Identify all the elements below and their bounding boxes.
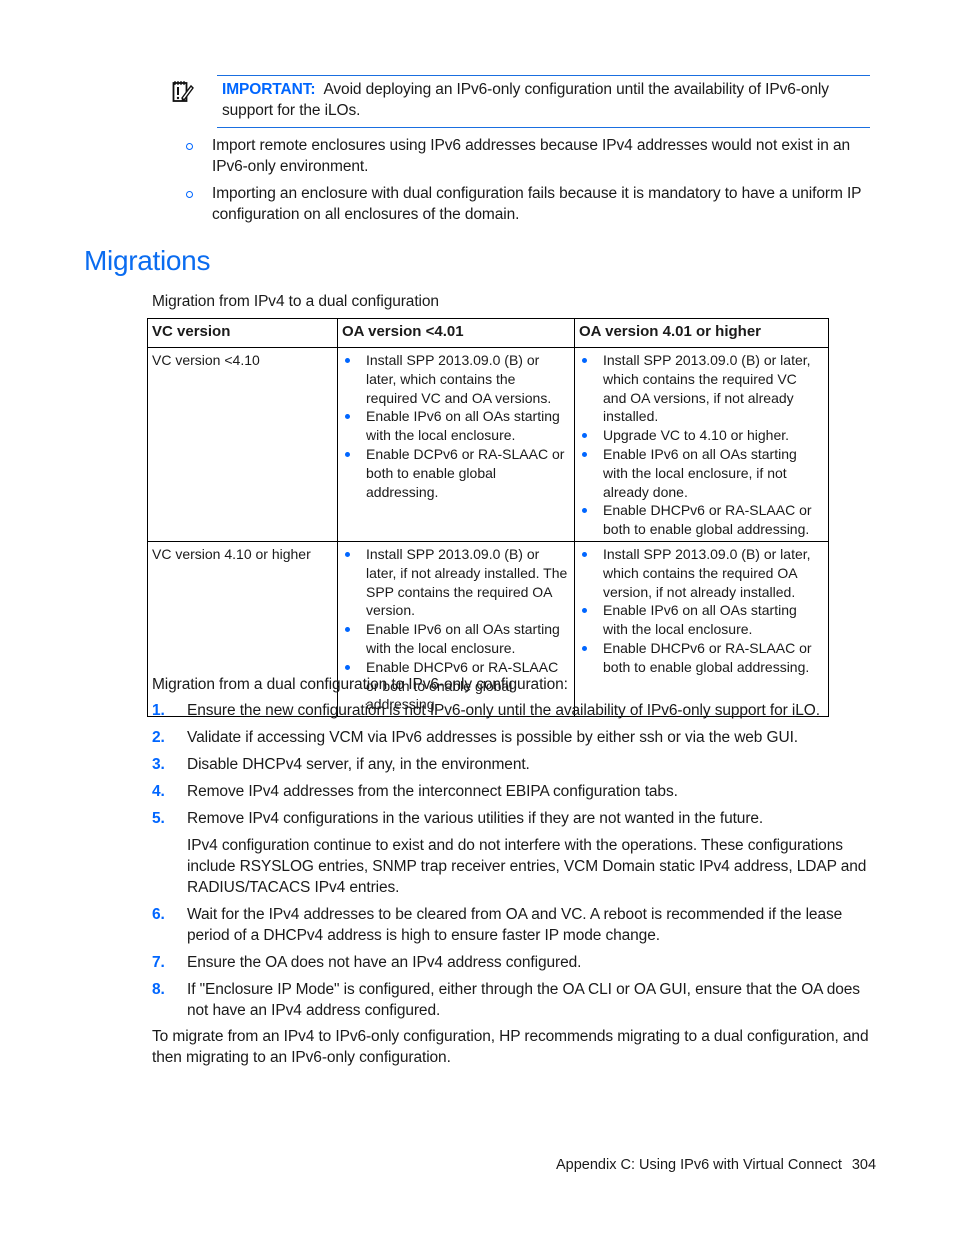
- step-text: If "Enclosure IP Mode" is configured, ei…: [187, 981, 860, 1019]
- list-item: Install SPP 2013.09.0 (B) or later, whic…: [579, 351, 824, 426]
- bullet-icon: [582, 451, 587, 457]
- step-text: Remove IPv4 addresses from the interconn…: [187, 783, 678, 800]
- item-text: Enable DCPv6 or RA-SLAAC or both to enab…: [366, 445, 565, 500]
- item-text: Enable IPv6 on all OAs starting with the…: [366, 621, 560, 656]
- oa-above-cell: Install SPP 2013.09.0 (B) or later, whic…: [574, 540, 829, 718]
- list-item: Install SPP 2013.09.0 (B) or later, if n…: [342, 545, 570, 620]
- list-item: Install SPP 2013.09.0 (B) or later, whic…: [342, 351, 570, 407]
- bullet-icon: [582, 551, 587, 557]
- page-number: 304: [851, 1157, 877, 1173]
- list-item: Enable DCPv6 or RA-SLAAC or both to enab…: [342, 445, 570, 501]
- column-header: OA version <4.01: [337, 318, 575, 348]
- step-text: Ensure the OA does not have an IPv4 addr…: [187, 954, 582, 971]
- sub-bullet-list: Import remote enclosures using IPv6 addr…: [185, 135, 875, 231]
- step-item: 5. Remove IPv4 configurations in the vari…: [152, 808, 874, 829]
- oa-below-cell: Install SPP 2013.09.0 (B) or later, whic…: [337, 347, 575, 542]
- bullet-icon: [345, 358, 350, 363]
- section-heading: Migrations: [84, 245, 211, 276]
- step-item: 3. Disable DHCPv4 server, if any, in the …: [152, 754, 874, 775]
- item-text: Enable DHCPv6 or RA-SLAAC or both to ena…: [603, 502, 812, 538]
- step-number: 3.: [152, 756, 165, 773]
- list-item: Enable IPv6 on all OAs starting with the…: [579, 445, 824, 501]
- list-item: Enable DHCPv6 or RA-SLAAC or both to ena…: [579, 639, 824, 677]
- sub-bullet-text: Importing an enclosure with dual configu…: [212, 185, 862, 223]
- list-item: Install SPP 2013.09.0 (B) or later, whic…: [579, 545, 824, 601]
- step-text: Disable DHCPv4 server, if any, in the en…: [187, 756, 530, 773]
- important-label: IMPORTANT:: [222, 81, 316, 98]
- item-text: Install SPP 2013.09.0 (B) or later, if n…: [366, 545, 568, 619]
- step-text: Validate if accessing VCM via IPv6 addre…: [187, 729, 798, 746]
- step-text: Remove IPv4 configurations in the variou…: [187, 810, 764, 827]
- list-item: Enable IPv6 on all OAs starting with the…: [342, 407, 570, 445]
- step-item: 1. Ensure the new configuration is not IP…: [152, 700, 874, 721]
- step-text: Wait for the IPv4 addresses to be cleare…: [187, 906, 843, 944]
- hollow-bullet-icon: [186, 143, 193, 150]
- column-header: OA version 4.01 or higher: [574, 318, 829, 348]
- bullet-icon: [582, 358, 587, 363]
- hollow-bullet-icon: [186, 191, 193, 198]
- step-number: 1.: [152, 702, 165, 719]
- step-number: 8.: [152, 981, 165, 998]
- important-note: IMPORTANT: Avoid deploying an IPv6-only c…: [217, 75, 870, 128]
- table-caption: Migration from IPv4 to a dual configurat…: [152, 293, 439, 310]
- step-number: 4.: [152, 783, 165, 800]
- item-text: Install SPP 2013.09.0 (B) or later, whic…: [366, 352, 552, 406]
- item-text: Enable DHCPv6 or RA-SLAAC or both to ena…: [603, 639, 812, 675]
- bullet-icon: [345, 414, 350, 420]
- list-item: Enable IPv6 on all OAs starting with the…: [342, 620, 570, 658]
- footer-chapter: Appendix C: Using IPv6 with Virtual Conn…: [556, 1157, 842, 1173]
- step-number: 2.: [152, 729, 165, 746]
- step-number: 7.: [152, 954, 165, 971]
- step-item: 4. Remove IPv4 addresses from the interco…: [152, 781, 874, 802]
- item-text: Install SPP 2013.09.0 (B) or later, whic…: [603, 545, 811, 600]
- item-text: Enable IPv6 on all OAs starting with the…: [603, 445, 797, 500]
- migration-table: VC version OA version <4.01 OA version 4…: [147, 318, 829, 718]
- bullet-icon: [582, 433, 587, 439]
- sub-bullet-text: Import remote enclosures using IPv6 addr…: [212, 137, 851, 175]
- list-item: Enable DHCPv6 or RA-SLAAC or both to ena…: [579, 501, 824, 539]
- closing-paragraph: To migrate from an IPv4 to IPv6-only con…: [152, 1028, 869, 1066]
- sub-bullet-item: Import remote enclosures using IPv6 addr…: [185, 135, 875, 177]
- step-item: 8. If "Enclosure IP Mode" is configured, …: [152, 979, 874, 1021]
- bullet-icon: [345, 451, 350, 457]
- item-text: Install SPP 2013.09.0 (B) or later, whic…: [603, 352, 811, 425]
- table-header-row: VC version OA version <4.01 OA version 4…: [147, 318, 829, 348]
- table-row: VC version <4.10 Install SPP 2013.09.0 (…: [147, 347, 829, 542]
- bullet-icon: [345, 551, 350, 557]
- bullet-icon: [345, 627, 350, 633]
- list-item: Enable IPv6 on all OAs starting with the…: [579, 601, 824, 639]
- bullet-icon: [345, 664, 350, 670]
- step-item: 6. Wait for the IPv4 addresses to be clea…: [152, 904, 874, 946]
- dual-migration-intro: Migration from a dual configuration to I…: [152, 676, 568, 693]
- step-item: 2. Validate if accessing VCM via IPv6 add…: [152, 727, 874, 748]
- oa-above-cell: Install SPP 2013.09.0 (B) or later, whic…: [574, 347, 829, 542]
- sub-bullet-item: Importing an enclosure with dual configu…: [185, 183, 875, 225]
- step-text: Ensure the new configuration is not IPv6…: [187, 702, 820, 719]
- item-text: Enable IPv6 on all OAs starting with the…: [366, 408, 560, 444]
- step-number: 6.: [152, 906, 165, 923]
- page-footer: Appendix C: Using IPv6 with Virtual Conn…: [556, 1157, 876, 1173]
- bullet-icon: [582, 645, 587, 651]
- step-number: 5.: [152, 810, 165, 827]
- bullet-icon: [582, 508, 587, 514]
- item-text: Upgrade VC to 4.10 or higher.: [603, 427, 790, 444]
- step-note: IPv4 configuration continue to exist and…: [187, 837, 867, 896]
- bullet-icon: [582, 608, 587, 614]
- list-item: Upgrade VC to 4.10 or higher.: [579, 426, 824, 445]
- notepad-pencil-icon: [172, 79, 194, 103]
- vc-version-cell: VC version <4.10: [147, 347, 338, 542]
- steps-list: 1. Ensure the new configuration is not IP…: [152, 700, 874, 1027]
- column-header: VC version: [147, 318, 338, 348]
- item-text: Enable IPv6 on all OAs starting with the…: [603, 602, 797, 638]
- step-item: 7. Ensure the OA does not have an IPv4 ad…: [152, 952, 874, 973]
